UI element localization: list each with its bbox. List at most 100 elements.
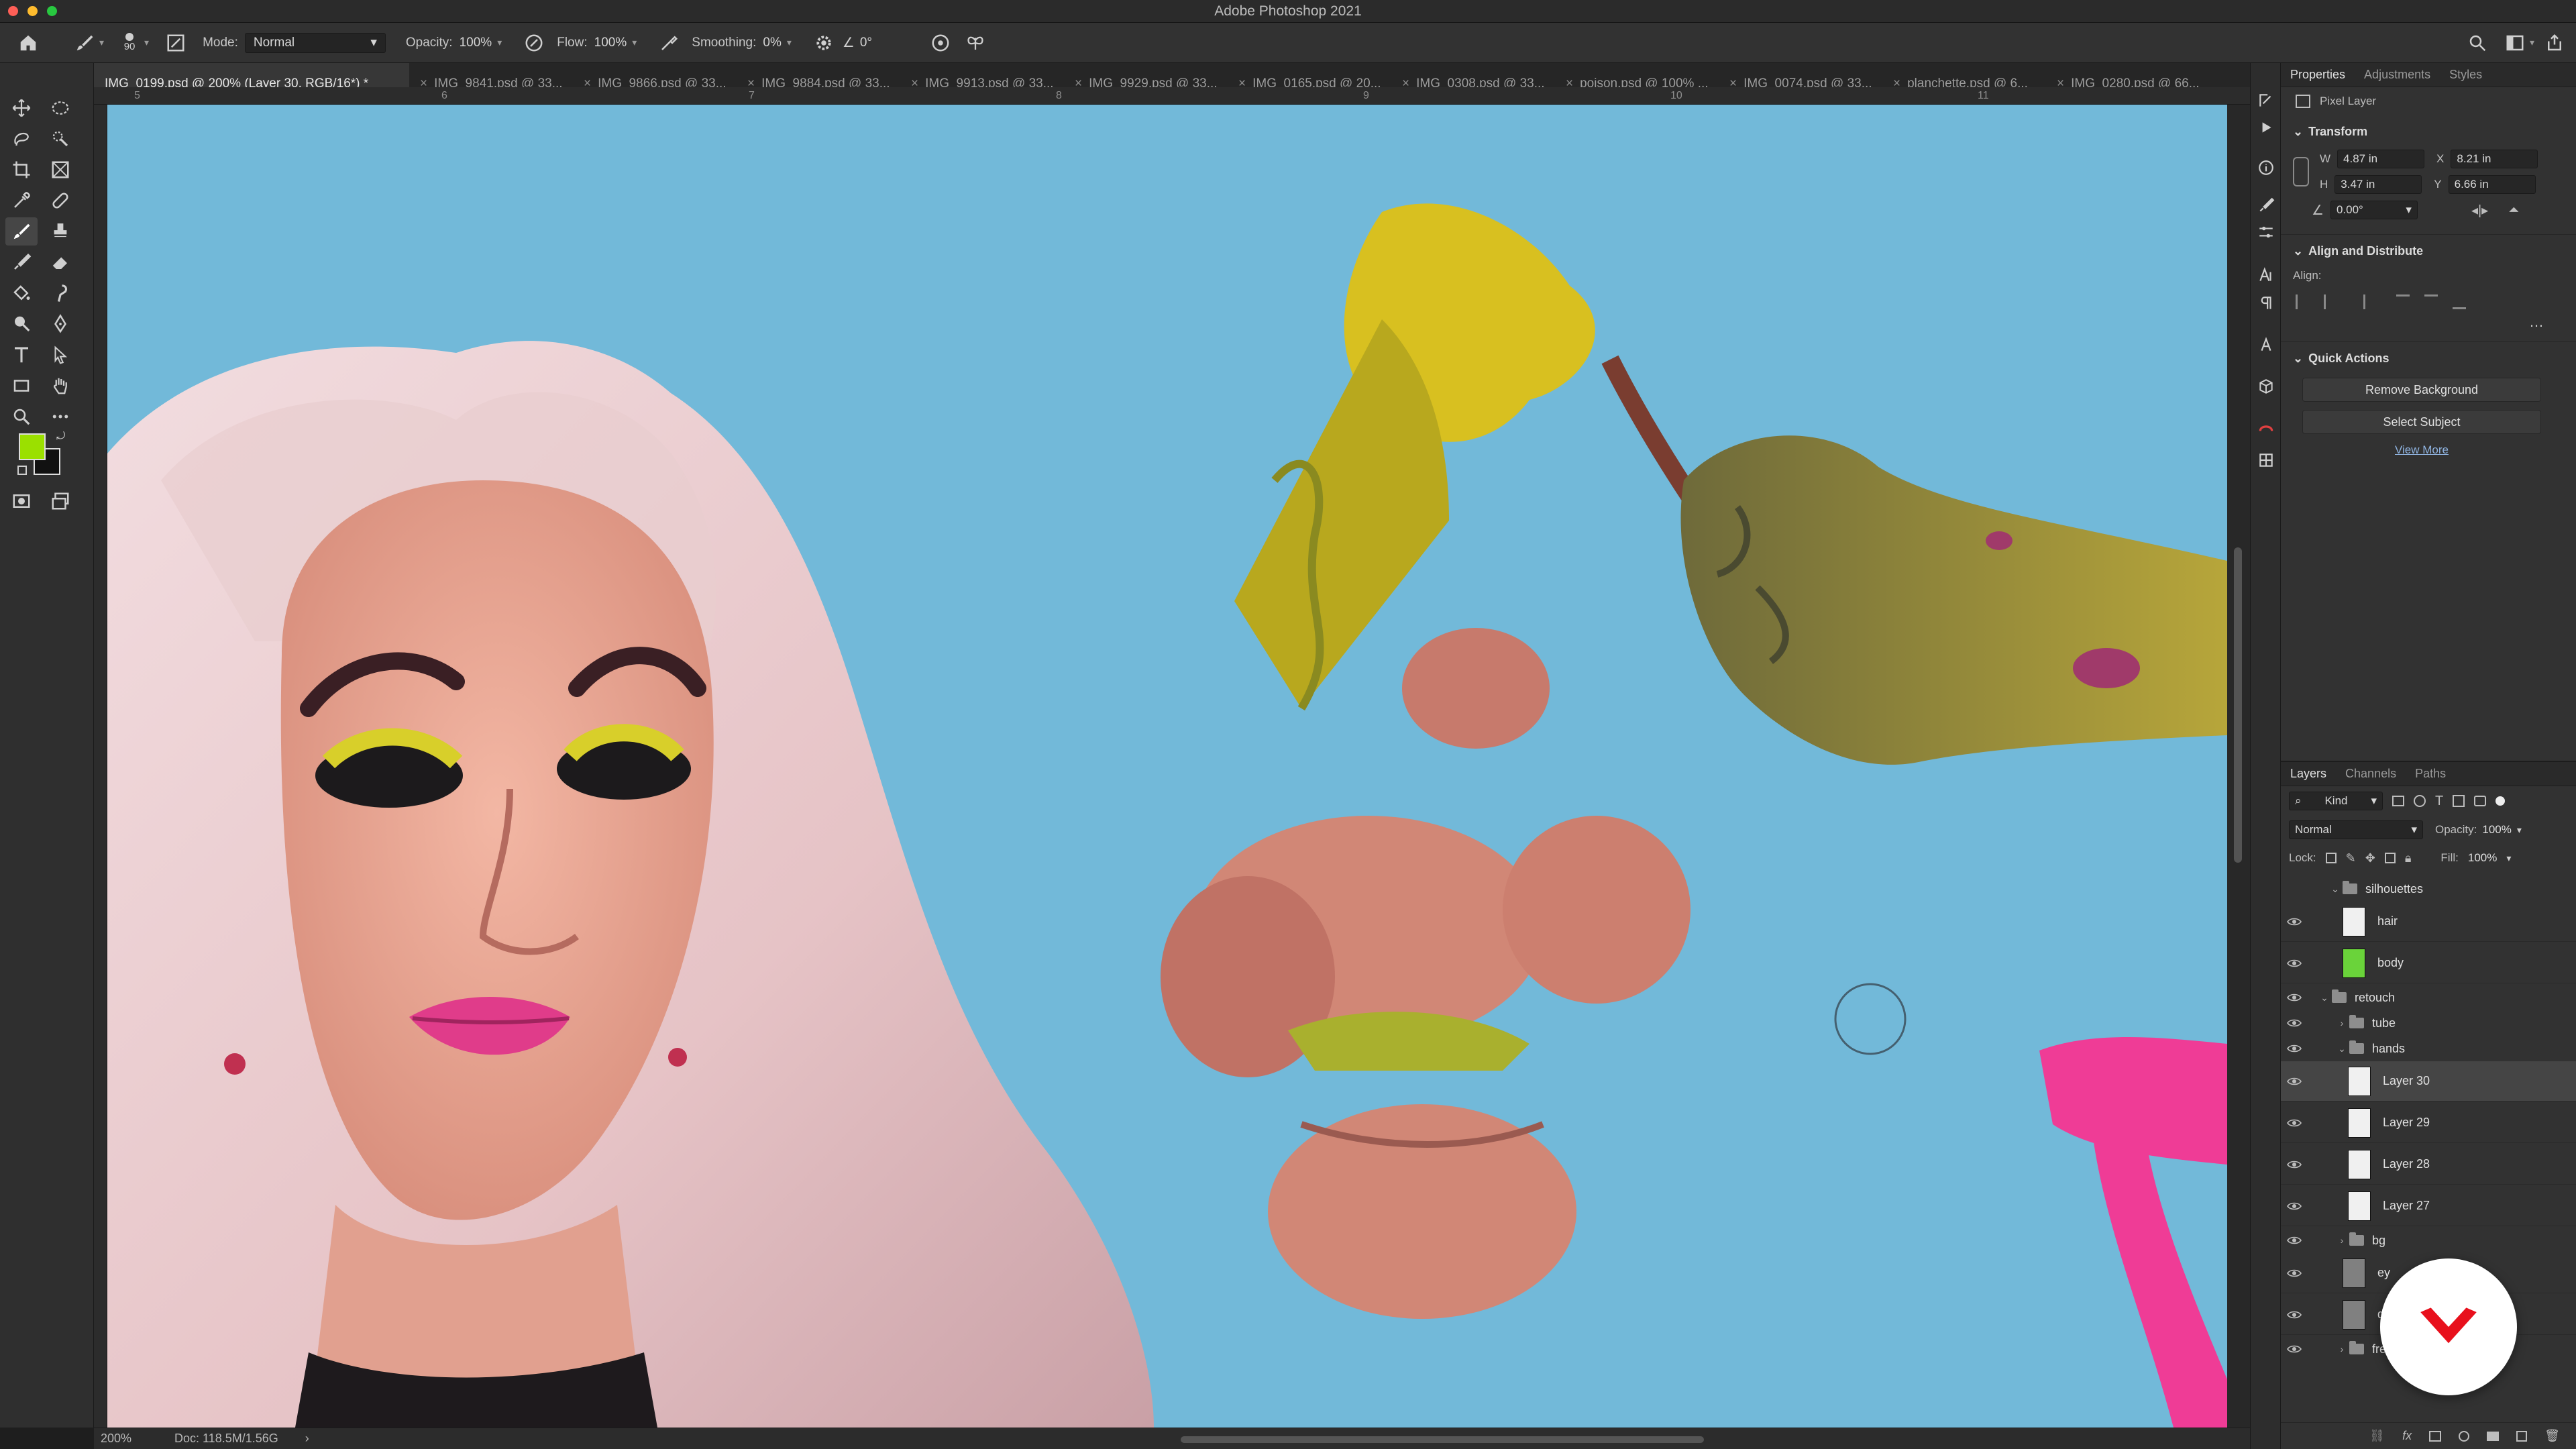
healing-brush-tool[interactable] xyxy=(44,186,76,215)
vertical-scrollbar[interactable] xyxy=(2227,105,2250,1428)
document-canvas[interactable] xyxy=(107,105,2227,1428)
transform-section-header[interactable]: ⌄ Transform xyxy=(2293,125,2564,139)
expand-chevron-icon[interactable]: › xyxy=(2334,1235,2349,1246)
clone-stamp-tool[interactable] xyxy=(44,217,76,246)
fill-value[interactable]: 100% xyxy=(2468,851,2497,865)
link-icon[interactable] xyxy=(2293,157,2309,186)
brush-tool-preset-button[interactable] xyxy=(70,28,99,58)
align-left-icon[interactable] xyxy=(2296,294,2309,309)
link-layers-icon[interactable]: ⛓︎ xyxy=(2369,1429,2385,1443)
lock-transparent-icon[interactable] xyxy=(2325,853,2337,863)
chevron-down-icon[interactable]: ▾ xyxy=(632,37,637,48)
color-panel-button[interactable] xyxy=(2255,417,2277,439)
adjustment-layer-icon[interactable] xyxy=(2459,1430,2470,1442)
opacity-pressure-toggle[interactable] xyxy=(519,28,549,58)
swap-colors-icon[interactable]: ⤾ xyxy=(56,431,65,443)
visibility-eye-icon[interactable] xyxy=(2281,1118,2308,1128)
layer-row[interactable]: Layer 28 xyxy=(2281,1144,2576,1185)
home-button[interactable] xyxy=(13,28,43,58)
add-mask-icon[interactable] xyxy=(2429,1430,2442,1442)
y-input[interactable]: 6.66 in xyxy=(2448,175,2536,194)
align-center-h-icon[interactable] xyxy=(2324,294,2337,309)
symmetry-button[interactable] xyxy=(961,28,990,58)
layers-tab[interactable]: Layers xyxy=(2281,767,2336,781)
chevron-down-icon[interactable]: ▾ xyxy=(497,37,502,48)
brush-tool[interactable] xyxy=(5,217,38,246)
trash-icon[interactable]: 🗑︎ xyxy=(2544,1429,2560,1443)
quick-selection-tool[interactable] xyxy=(44,125,76,153)
filter-adjustment-icon[interactable] xyxy=(2414,795,2426,807)
visibility-eye-icon[interactable] xyxy=(2281,1160,2308,1169)
horizontal-scroll-thumb[interactable] xyxy=(1181,1436,1704,1443)
lock-pixels-icon[interactable]: ✎ xyxy=(2346,851,2356,865)
layer-opacity-value[interactable]: 100% xyxy=(2482,823,2511,837)
share-button[interactable] xyxy=(2540,28,2569,58)
character-panel-button[interactable] xyxy=(2255,264,2277,286)
rotation-input[interactable]: 0.00° ▾ xyxy=(2330,201,2418,219)
chevron-down-icon[interactable]: ▾ xyxy=(787,37,792,48)
chevron-down-icon[interactable]: ▾ xyxy=(99,37,104,48)
close-window-button[interactable] xyxy=(8,6,18,16)
align-middle-v-icon[interactable] xyxy=(2424,294,2438,309)
pen-tool[interactable] xyxy=(44,310,76,338)
align-top-icon[interactable] xyxy=(2396,294,2410,309)
layer-row[interactable]: Layer 27 xyxy=(2281,1186,2576,1226)
remove-background-button[interactable]: Remove Background xyxy=(2302,378,2541,402)
expand-chevron-icon[interactable]: › xyxy=(2334,1344,2349,1354)
minimize-window-button[interactable] xyxy=(28,6,38,16)
layers-tab[interactable]: Paths xyxy=(2406,767,2455,781)
layer-group-row[interactable]: › bg xyxy=(2281,1228,2576,1253)
quick-actions-header[interactable]: ⌄ Quick Actions xyxy=(2293,352,2564,366)
chevron-right-icon[interactable]: › xyxy=(305,1432,309,1446)
maximize-window-button[interactable] xyxy=(47,6,57,16)
smudge-tool[interactable] xyxy=(44,279,76,307)
quick-mask-button[interactable] xyxy=(5,487,38,515)
size-pressure-toggle[interactable] xyxy=(926,28,955,58)
align-right-icon[interactable] xyxy=(2352,294,2365,309)
marquee-tool[interactable] xyxy=(44,94,76,122)
lasso-tool[interactable] xyxy=(5,125,38,153)
type-tool[interactable] xyxy=(5,341,38,369)
hand-tool[interactable] xyxy=(44,372,76,400)
expand-chevron-icon[interactable]: › xyxy=(2334,1018,2349,1028)
visibility-eye-icon[interactable] xyxy=(2281,993,2308,1002)
zoom-tool[interactable] xyxy=(5,402,38,431)
fx-icon[interactable]: fx xyxy=(2402,1429,2412,1443)
visibility-eye-icon[interactable] xyxy=(2281,959,2308,968)
search-button[interactable] xyxy=(2463,28,2492,58)
view-more-link[interactable]: View More xyxy=(2395,443,2449,456)
filter-type-icon[interactable]: T xyxy=(2435,794,2443,809)
filter-toggle-icon[interactable] xyxy=(2496,796,2506,806)
layers-tab[interactable]: Channels xyxy=(2336,767,2406,781)
history-brush-tool[interactable] xyxy=(5,248,38,276)
expand-chevron-icon[interactable]: ⌄ xyxy=(2328,883,2343,895)
actions-panel-button[interactable] xyxy=(2255,117,2277,138)
blend-mode-select[interactable]: Normal ▾ xyxy=(2289,820,2423,839)
filter-shape-icon[interactable] xyxy=(2453,795,2465,807)
layer-group-row[interactable]: › tube xyxy=(2281,1010,2576,1036)
smoothing-options-button[interactable] xyxy=(809,28,839,58)
align-section-header[interactable]: ⌄ Align and Distribute xyxy=(2293,244,2564,258)
flow-value[interactable]: 100% xyxy=(594,36,627,50)
properties-tab[interactable]: Properties xyxy=(2281,68,2355,82)
brush-size-picker[interactable]: 90 xyxy=(115,28,144,58)
opacity-value[interactable]: 100% xyxy=(460,36,492,50)
flip-horizontal-icon[interactable]: ◂|▸ xyxy=(2471,202,2488,219)
select-subject-button[interactable]: Select Subject xyxy=(2302,410,2541,434)
info-panel-button[interactable] xyxy=(2255,157,2277,178)
layer-row[interactable]: hair xyxy=(2281,902,2576,942)
crop-tool[interactable] xyxy=(5,156,38,184)
chevron-down-icon[interactable]: ▾ xyxy=(2506,853,2511,864)
foreground-color-swatch[interactable] xyxy=(19,433,46,460)
height-input[interactable]: 3.47 in xyxy=(2334,175,2422,194)
eraser-tool[interactable] xyxy=(44,248,76,276)
layer-row[interactable]: Layer 29 xyxy=(2281,1103,2576,1143)
lock-position-icon[interactable]: ✥ xyxy=(2365,851,2375,865)
expand-chevron-icon[interactable]: ⌄ xyxy=(2317,992,2332,1004)
lock-all-icon[interactable]: 🔒︎ xyxy=(2405,851,2412,865)
rectangle-tool[interactable] xyxy=(5,372,38,400)
default-colors-icon[interactable] xyxy=(17,466,27,475)
filter-pixel-icon[interactable] xyxy=(2392,796,2404,806)
visibility-eye-icon[interactable] xyxy=(2281,1201,2308,1211)
visibility-eye-icon[interactable] xyxy=(2281,917,2308,926)
